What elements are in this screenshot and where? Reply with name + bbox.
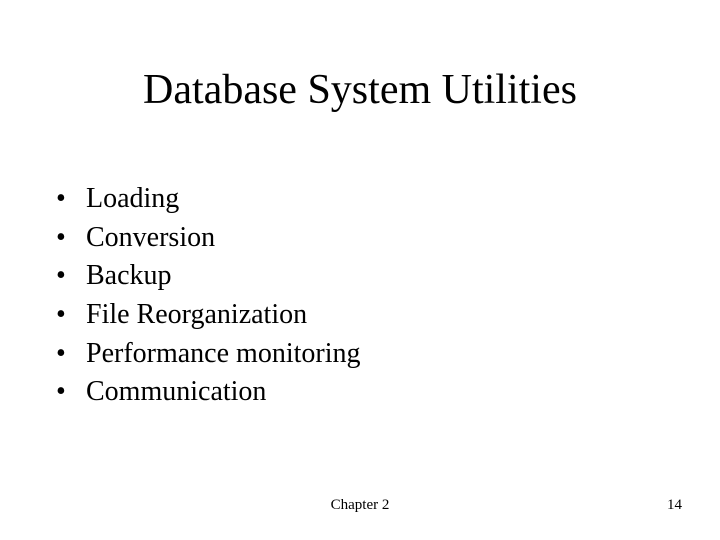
list-item: • Loading xyxy=(56,180,360,219)
bullet-list: • Loading • Conversion • Backup • File R… xyxy=(56,180,360,412)
list-item: • File Reorganization xyxy=(56,296,360,335)
bullet-icon: • xyxy=(56,296,86,335)
list-item: • Conversion xyxy=(56,219,360,258)
bullet-icon: • xyxy=(56,219,86,258)
bullet-text: Communication xyxy=(86,373,266,412)
footer-page-number: 14 xyxy=(667,497,682,514)
bullet-icon: • xyxy=(56,180,86,219)
bullet-icon: • xyxy=(56,373,86,412)
bullet-icon: • xyxy=(56,335,86,374)
list-item: • Backup xyxy=(56,257,360,296)
slide-title: Database System Utilities xyxy=(0,66,720,114)
bullet-icon: • xyxy=(56,257,86,296)
list-item: • Performance monitoring xyxy=(56,335,360,374)
footer-chapter: Chapter 2 xyxy=(0,497,720,514)
bullet-text: Performance monitoring xyxy=(86,335,360,374)
bullet-text: Backup xyxy=(86,257,172,296)
list-item: • Communication xyxy=(56,373,360,412)
bullet-text: Conversion xyxy=(86,219,215,258)
bullet-text: File Reorganization xyxy=(86,296,307,335)
bullet-text: Loading xyxy=(86,180,179,219)
slide: Database System Utilities • Loading • Co… xyxy=(0,0,720,540)
